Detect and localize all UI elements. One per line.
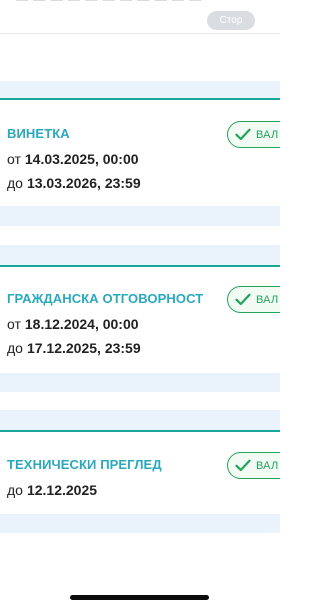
checkmark-icon	[235, 293, 251, 306]
status-text: ВАЛ	[256, 293, 279, 306]
date-to: до 13.03.2026, 23:59	[7, 175, 141, 191]
status-text: ВАЛ	[256, 128, 279, 141]
home-indicator[interactable]	[70, 595, 209, 600]
header-divider	[0, 33, 280, 34]
date-from: от 14.03.2025, 00:00	[7, 151, 139, 167]
card-title: ВИНЕТКА	[7, 126, 70, 141]
stop-chip[interactable]: Стор	[207, 11, 255, 30]
card-title: ТЕХНИЧЕСКИ ПРЕГЛЕД	[7, 457, 162, 472]
date-to: до 12.12.2025	[7, 482, 98, 498]
section-spacer	[0, 410, 280, 430]
date-from: от 18.12.2024, 00:00	[7, 316, 139, 332]
status-badge: ВАЛ	[227, 452, 280, 479]
screen: — — — — — — — — — — — Стор ВИНЕТКА ВАЛ о…	[0, 0, 280, 607]
section-spacer	[0, 245, 280, 265]
status-badge: ВАЛ	[227, 286, 280, 313]
checkmark-icon	[235, 459, 251, 472]
card-title: ГРАЖДАНСКА ОТГОВОРНОСТ	[7, 291, 204, 306]
section-spacer	[0, 81, 280, 98]
date-to: до 17.12.2025, 23:59	[7, 340, 141, 356]
checkmark-icon	[235, 128, 251, 141]
section-spacer	[0, 373, 280, 392]
status-text: ВАЛ	[256, 459, 279, 472]
status-badge: ВАЛ	[227, 121, 280, 148]
cut-off-text: — — — — — — — — — — —	[0, 0, 220, 6]
document-card-vignette[interactable]: ВИНЕТКА ВАЛ от 14.03.2025, 00:00 до 13.03.…	[0, 98, 280, 208]
document-card-liability[interactable]: ГРАЖДАНСКА ОТГОВОРНОСТ ВАЛ от 18.12.2024,…	[0, 265, 280, 375]
document-card-inspection[interactable]: ТЕХНИЧЕСКИ ПРЕГЛЕД ВАЛ до 12.12.2025	[0, 430, 280, 516]
section-spacer	[0, 206, 280, 226]
section-spacer	[0, 514, 280, 533]
